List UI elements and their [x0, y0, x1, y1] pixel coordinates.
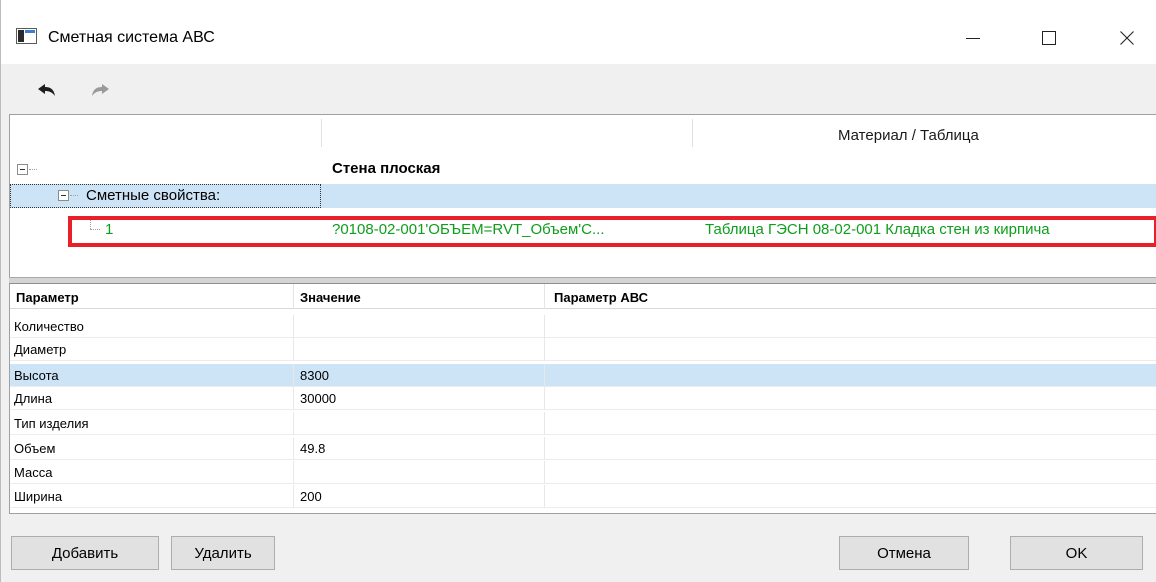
cell-value[interactable]: 8300 — [300, 368, 329, 383]
tree-row-root[interactable]: Стена плоская — [10, 157, 1156, 181]
cancel-button[interactable]: Отмена — [839, 536, 969, 570]
tree-header: Материал / Таблица — [10, 115, 1156, 151]
table-row[interactable]: Ширина 200 — [10, 485, 1156, 508]
undo-button[interactable] — [34, 80, 60, 102]
close-button[interactable] — [1097, 18, 1156, 58]
delete-button[interactable]: Удалить — [171, 536, 275, 570]
app-window-icon — [16, 28, 37, 44]
tree-row-group[interactable]: Сметные свойства: — [10, 184, 1156, 208]
cell-param: Высота — [14, 368, 59, 383]
grid-header-abc-param[interactable]: Параметр АВС — [554, 290, 648, 305]
table-row[interactable]: Количество — [10, 315, 1156, 338]
estimate-window: Сметная система АВС Материал / Таблица С… — [0, 0, 1156, 582]
table-row[interactable]: Масса — [10, 461, 1156, 484]
cell-param: Масса — [14, 465, 53, 480]
grid-header-value[interactable]: Значение — [300, 290, 361, 305]
table-row[interactable]: Диаметр — [10, 338, 1156, 361]
tree-header-separator — [692, 119, 693, 147]
redo-button[interactable] — [87, 80, 113, 102]
cell-param: Количество — [14, 319, 84, 334]
table-row[interactable]: Тип изделия — [10, 412, 1156, 435]
table-row[interactable]: Объем 49.8 — [10, 437, 1156, 460]
tree-group-label: Сметные свойства: — [86, 187, 221, 204]
cell-value[interactable]: 200 — [300, 489, 322, 504]
toolbar — [1, 64, 1156, 112]
title-bar: Сметная система АВС — [1, 0, 1156, 64]
cell-param: Объем — [14, 441, 56, 456]
cell-value[interactable]: 30000 — [300, 391, 336, 406]
minimize-button[interactable] — [943, 18, 1003, 58]
grid-header: Параметр Значение Параметр АВС — [10, 284, 1156, 309]
redo-arrow-icon — [92, 84, 109, 96]
tree-root-label: Стена плоская — [332, 160, 441, 177]
maximize-button[interactable] — [1019, 18, 1079, 58]
estimate-tree: Материал / Таблица Стена плоская Сметные… — [9, 114, 1156, 277]
panel-splitter[interactable] — [9, 277, 1156, 284]
add-button[interactable]: Добавить — [11, 536, 159, 570]
tree-column-header-material: Материал / Таблица — [838, 127, 979, 144]
table-row[interactable]: Длина 30000 — [10, 387, 1156, 410]
property-grid: Параметр Значение Параметр АВС Количеств… — [9, 284, 1156, 514]
undo-arrow-icon — [38, 84, 55, 96]
collapse-icon[interactable] — [17, 164, 28, 175]
tree-header-separator — [321, 119, 322, 147]
highlight-annotation — [68, 216, 1156, 247]
grid-header-param[interactable]: Параметр — [16, 290, 79, 305]
maximize-icon — [1042, 31, 1056, 45]
cell-param: Тип изделия — [14, 416, 89, 431]
collapse-icon[interactable] — [58, 190, 69, 201]
minimize-icon — [966, 38, 980, 39]
ok-button[interactable]: OK — [1010, 536, 1143, 570]
cell-param: Ширина — [14, 489, 63, 504]
close-icon — [1120, 31, 1134, 45]
window-title: Сметная система АВС — [48, 29, 215, 46]
table-row[interactable]: Высота 8300 — [10, 364, 1156, 387]
cell-param: Диаметр — [14, 342, 67, 357]
cell-value[interactable]: 49.8 — [300, 441, 325, 456]
cell-param: Длина — [14, 391, 53, 406]
